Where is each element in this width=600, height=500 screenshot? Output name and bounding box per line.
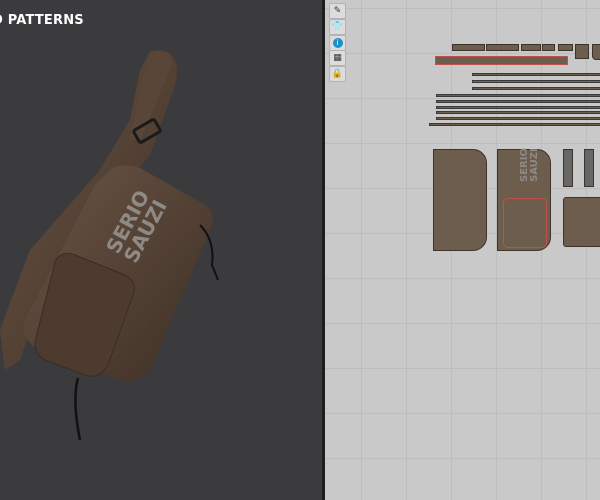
- pattern-piece[interactable]: [575, 44, 589, 59]
- lock-garment-icon[interactable]: 🔒: [329, 66, 346, 82]
- zip-pull-bottom: [74, 377, 82, 441]
- pattern-piece[interactable]: [435, 56, 568, 65]
- pattern-logo-line-2: SAUZI: [529, 148, 540, 182]
- strap-piece[interactable]: [436, 100, 600, 103]
- pattern-piece[interactable]: [592, 44, 600, 60]
- strap-piece[interactable]: [436, 94, 600, 97]
- pattern-piece[interactable]: [521, 44, 541, 51]
- info-icon[interactable]: i: [329, 35, 346, 51]
- 3d-viewport[interactable]: D PATTERNS SERIO SAUZI: [0, 0, 322, 500]
- pocket-placement: [503, 198, 547, 248]
- bag-3d-model[interactable]: SERIO SAUZI: [0, 0, 322, 500]
- pattern-piece[interactable]: [542, 44, 555, 51]
- 2d-pattern-window[interactable]: ✎ 👕 i ▦ 🔒 SERIO SAUZI: [325, 0, 600, 500]
- strap-piece[interactable]: [436, 106, 600, 109]
- pattern-piece[interactable]: [452, 44, 485, 51]
- strap-piece[interactable]: [436, 111, 600, 114]
- strap-piece[interactable]: [472, 73, 600, 76]
- pattern-piece[interactable]: [486, 44, 519, 51]
- layers-icon[interactable]: ▦: [329, 50, 346, 66]
- bag-front-panel[interactable]: SERIO SAUZI: [497, 148, 551, 251]
- strap-piece[interactable]: [429, 123, 600, 126]
- pocket-piece[interactable]: [563, 197, 600, 247]
- strap-piece[interactable]: [472, 80, 600, 83]
- pattern-piece[interactable]: [558, 44, 573, 51]
- garment-arrange-icon[interactable]: 👕: [329, 19, 346, 35]
- loop-piece[interactable]: [584, 149, 594, 187]
- bag-back-panel[interactable]: [433, 149, 487, 251]
- loop-piece[interactable]: [563, 149, 573, 187]
- strap-piece[interactable]: [472, 87, 600, 90]
- strap-piece[interactable]: [436, 117, 600, 120]
- pattern-edit-icon[interactable]: ✎: [329, 3, 346, 19]
